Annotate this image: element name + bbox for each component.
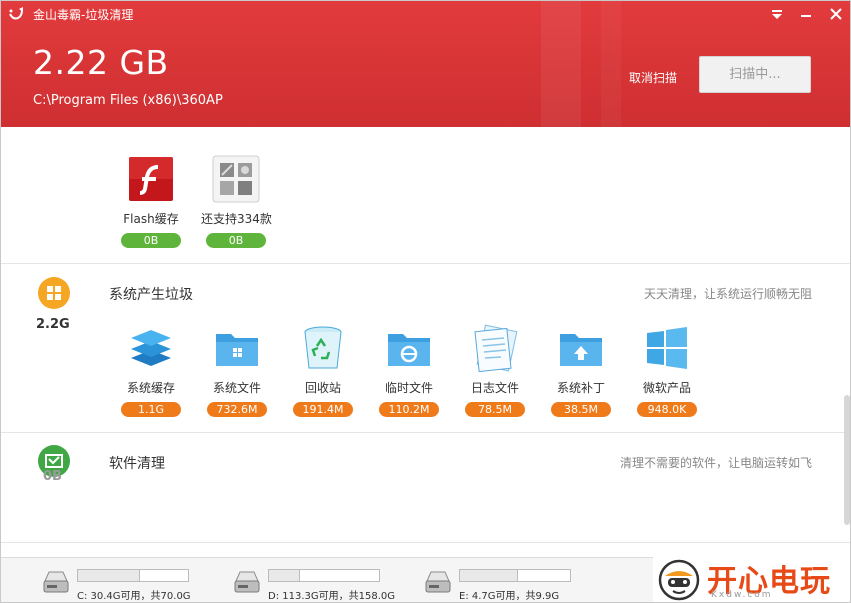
- scan-results-panel: Flash缓存 0B 还支持334款 0B 2.2G 系统产生垃圾 天天清理，让…: [1, 127, 850, 557]
- log-notepad-icon: [471, 324, 519, 373]
- patch-folder-icon: [557, 324, 605, 372]
- drive-usage-text: D: 113.3G可用，共158.0G: [268, 591, 396, 602]
- hard-drive-icon: [234, 571, 260, 593]
- mascot-logo-icon: [658, 559, 700, 601]
- section-divider: [1, 542, 850, 543]
- temp-files-item[interactable]: 临时文件 110.2M: [374, 324, 444, 417]
- ie-folder-icon: [385, 324, 433, 372]
- section-size: 0B: [43, 469, 62, 484]
- windows-icon: [38, 277, 70, 309]
- item-size-badge: 1.1G: [121, 402, 181, 417]
- system-files-item[interactable]: 系统文件 732.6M: [202, 324, 272, 417]
- scanned-size: 2.22 GB: [33, 43, 169, 82]
- minimize-button[interactable]: [795, 3, 817, 25]
- item-size-badge: 191.4M: [293, 402, 353, 417]
- cancel-scan-link[interactable]: 取消扫描: [629, 69, 677, 86]
- hard-drive-icon: [43, 571, 69, 593]
- menu-button[interactable]: [766, 3, 788, 25]
- item-size-badge: 948.0K: [637, 402, 697, 417]
- drive-usage-text: C: 30.4G可用，共70.0G: [77, 591, 191, 602]
- app-logo-icon: [9, 7, 23, 20]
- menu-icon: [772, 10, 782, 19]
- watermark-subtext: Kxdw.com: [711, 590, 773, 600]
- item-label: 日志文件: [470, 381, 519, 395]
- system-patch-item[interactable]: 系统补丁 38.5M: [546, 324, 616, 417]
- flash-cache-item[interactable]: Flash缓存 0B: [116, 155, 186, 248]
- drive-usage-fill: [269, 570, 301, 581]
- drive-usage-fill: [460, 570, 518, 581]
- hard-drive-icon: [425, 571, 451, 593]
- item-size-badge: 38.5M: [551, 402, 611, 417]
- apps-grid-icon: [212, 155, 260, 203]
- log-files-item[interactable]: 日志文件 78.5M: [460, 324, 530, 417]
- close-button[interactable]: [825, 3, 847, 25]
- item-size-badge: 110.2M: [379, 402, 439, 417]
- section-description: 清理不需要的软件，让电脑运转如飞: [619, 456, 812, 470]
- microsoft-icon: [643, 324, 691, 372]
- windows-folder-icon: [213, 324, 261, 372]
- drive-usage-text: E: 4.7G可用，共9.9G: [459, 591, 560, 602]
- section-size: 2.2G: [36, 317, 70, 332]
- section-divider: [1, 432, 850, 433]
- section-title: 软件清理: [109, 456, 165, 472]
- item-label: 微软产品: [642, 381, 691, 395]
- item-label: 临时文件: [384, 381, 433, 395]
- section-description: 天天清理，让系统运行顺畅无阻: [643, 287, 812, 301]
- item-label: 还支持334款: [201, 212, 272, 226]
- section-divider: [1, 263, 850, 264]
- item-label: 系统文件: [212, 381, 261, 395]
- minimize-icon: [801, 15, 811, 17]
- app-window: 金山毒霸-垃圾清理 2.22 GB C:\Program Files (x86)…: [0, 0, 851, 603]
- flash-icon: [127, 155, 175, 203]
- item-size-badge: 732.6M: [207, 402, 267, 417]
- recycle-bin-icon: [299, 324, 347, 372]
- item-label: 回收站: [304, 381, 341, 395]
- item-size-badge: 0B: [206, 233, 266, 248]
- drive-usage-bar: [459, 569, 571, 582]
- layers-icon: [127, 324, 175, 372]
- item-label: Flash缓存: [123, 212, 179, 226]
- recycle-bin-item[interactable]: 回收站 191.4M: [288, 324, 358, 417]
- drive-usage-fill: [78, 570, 141, 581]
- item-size-badge: 0B: [121, 233, 181, 248]
- header-banner: 金山毒霸-垃圾清理 2.22 GB C:\Program Files (x86)…: [1, 1, 850, 127]
- section-title: 系统产生垃圾: [109, 287, 193, 303]
- drive-usage-bar: [268, 569, 380, 582]
- scanning-button[interactable]: 扫描中...: [699, 56, 811, 93]
- item-label: 系统缓存: [126, 381, 175, 395]
- item-size-badge: 78.5M: [465, 402, 525, 417]
- item-label: 系统补丁: [556, 381, 605, 395]
- title-bar: 金山毒霸-垃圾清理: [1, 1, 850, 27]
- system-cache-item[interactable]: 系统缓存 1.1G: [116, 324, 186, 417]
- site-watermark: 开心电玩 Kxdw.com: [653, 554, 850, 602]
- current-scan-path: C:\Program Files (x86)\360AP: [33, 93, 223, 108]
- drive-usage-bar: [77, 569, 189, 582]
- window-title: 金山毒霸-垃圾清理: [33, 8, 134, 22]
- microsoft-products-item[interactable]: 微软产品 948.0K: [632, 324, 702, 417]
- vertical-scrollbar[interactable]: [844, 395, 850, 525]
- more-supported-item[interactable]: 还支持334款 0B: [201, 155, 272, 248]
- close-icon: [830, 8, 842, 20]
